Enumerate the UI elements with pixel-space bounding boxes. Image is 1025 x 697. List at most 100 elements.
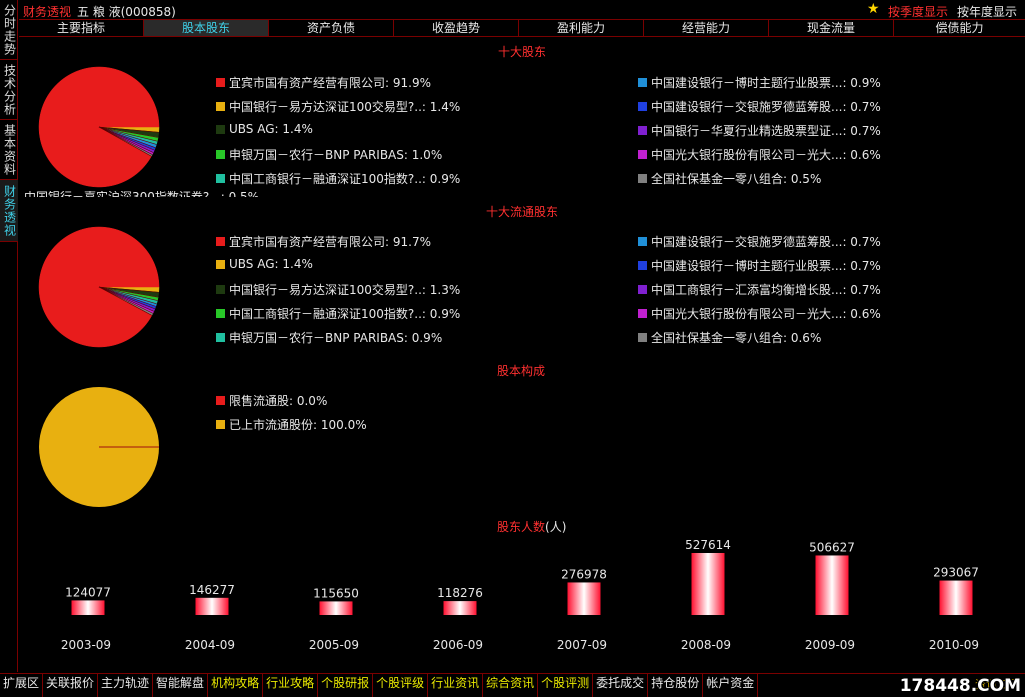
tab-balance-sheet[interactable]: 资产负债 [269, 20, 394, 36]
bar-value-label: 527614 [685, 538, 731, 552]
legend-swatch [216, 420, 225, 429]
tab-main-indicators[interactable]: 主要指标 [19, 20, 144, 36]
legend-swatch [216, 150, 225, 159]
legend-label: UBS AG: 1.4% [229, 257, 313, 271]
legend-label: 已上市流通股份: 100.0% [229, 418, 367, 432]
left-tab-financial[interactable]: 财务透视 [0, 180, 18, 242]
legend-item: UBS AG: 1.4% [216, 122, 313, 136]
bottom-tab[interactable]: 行业资讯 [428, 674, 484, 697]
legend-item: 中国建设银行－博时主题行业股票...: 0.9% [638, 74, 881, 91]
legend-swatch [638, 237, 647, 246]
bar-value-label: 293067 [933, 566, 979, 580]
legend-swatch [216, 396, 225, 405]
bar [939, 580, 973, 615]
stock-title: 五 粮 液(000858) [77, 5, 176, 19]
tab-profitability[interactable]: 盈利能力 [519, 20, 644, 36]
legend-swatch [216, 259, 225, 269]
legend-item: 申银万国－农行－BNP PARIBAS: 1.0% [216, 146, 442, 163]
legend-item: 中国银行－华夏行业精选股票型证...: 0.7% [638, 122, 881, 139]
left-vertical-tabs: 分时走势 技术分析 基本资料 财务透视 [0, 0, 18, 672]
legend-item: 中国工商银行－融通深证100指数?..: 0.9% [216, 170, 460, 187]
legend-item: 全国社保基金一零八组合: 0.5% [638, 170, 821, 187]
bar-value-label: 146277 [189, 583, 235, 597]
bar [195, 597, 229, 615]
section-title-structure: 股本构成 [497, 364, 546, 378]
x-tick-label: 2004-09 [185, 638, 235, 652]
tab-bar: 主要指标 股本股东 资产负债 收盈趋势 盈利能力 经营能力 现金流量 偿债能力 [19, 19, 1025, 37]
legend-label: 全国社保基金一零八组合: 0.5% [651, 172, 822, 186]
legend-label: 中国光大银行股份有限公司－光大...: 0.6% [651, 307, 881, 321]
legend-swatch [638, 150, 647, 159]
legend-item: 中国银行－易方达深证100交易型?..: 1.3% [216, 281, 460, 298]
legend-swatch [216, 309, 225, 318]
section-title-top10: 十大股东 [498, 45, 547, 59]
bar [815, 555, 849, 615]
legend-label: 申银万国－农行－BNP PARIBAS: 1.0% [229, 148, 443, 162]
bottom-tab[interactable]: 主力轨迹 [98, 674, 154, 697]
bottom-tab[interactable]: 综合资讯 [483, 674, 539, 697]
left-tab-technical[interactable]: 技术分析 [0, 60, 18, 120]
pie-chart-structure [39, 387, 159, 507]
x-tick-label: 2006-09 [433, 638, 483, 652]
legend-item: 中国光大银行股份有限公司－光大...: 0.6% [638, 305, 881, 322]
legend-swatch [638, 309, 647, 318]
bar-value-label: 115650 [313, 586, 359, 600]
legend-swatch [638, 126, 647, 135]
bottom-tab[interactable]: 机构攻略 [208, 674, 264, 697]
bottom-tab[interactable]: 扩展区 [0, 674, 44, 697]
x-tick-label: 2005-09 [309, 638, 359, 652]
tab-operating[interactable]: 经营能力 [644, 20, 769, 36]
legend-swatch [638, 102, 647, 111]
legend-swatch [216, 78, 225, 87]
legend-item: 中国工商银行－汇添富均衡增长股...: 0.7% [638, 281, 881, 298]
legend-swatch [216, 237, 225, 246]
tab-earnings-trend[interactable]: 收盈趋势 [394, 20, 519, 36]
legend-item: 限售流通股: 0.0% [216, 392, 327, 409]
yearly-display-button[interactable]: 按年度显示 [957, 3, 1017, 20]
legend-label: 中国光大银行股份有限公司－光大...: 0.6% [651, 148, 881, 162]
legend-label: 中国工商银行－融通深证100指数?..: 0.9% [229, 307, 461, 321]
tab-solvency[interactable]: 偿债能力 [894, 20, 1025, 36]
bar-value-label: 124077 [65, 585, 111, 599]
legend-label: UBS AG: 1.4% [229, 122, 313, 136]
tab-cash-flow[interactable]: 现金流量 [769, 20, 894, 36]
bottom-tab[interactable]: 个股评测 [538, 674, 594, 697]
legend-item: 中国光大银行股份有限公司－光大...: 0.6% [638, 146, 881, 163]
bottom-tab[interactable]: 持仓股份 [648, 674, 704, 697]
legend-label: 申银万国－农行－BNP PARIBAS: 0.9% [229, 331, 443, 345]
legend-label: 中国建设银行－博时主题行业股票...: 0.9% [651, 76, 881, 90]
bar [691, 553, 725, 615]
left-tab-basic-info[interactable]: 基本资料 [0, 120, 18, 180]
bar [319, 601, 353, 615]
legend-label: 中国银行－易方达深证100交易型?..: 1.3% [229, 283, 461, 297]
site-watermark: 178448.COM [899, 676, 1021, 696]
legend-item: 中国工商银行－融通深证100指数?..: 0.9% [216, 305, 460, 322]
bottom-tab[interactable]: 行业攻略 [263, 674, 319, 697]
legend-swatch [638, 78, 647, 87]
tab-shareholders[interactable]: 股本股东 [144, 20, 269, 36]
star-icon: ★ [867, 1, 880, 17]
bottom-tab[interactable]: 帐户资金 [703, 674, 759, 697]
legend-item: 中国银行－易方达深证100交易型?..: 1.4% [216, 98, 460, 115]
x-tick-label: 2010-09 [929, 638, 979, 652]
left-tab-intraday[interactable]: 分时走势 [0, 0, 18, 60]
bar-value-label: 506627 [809, 540, 855, 554]
legend-swatch [216, 333, 225, 342]
legend-item: 中国建设银行－交银施罗德蓝筹股...: 0.7% [638, 98, 881, 115]
legend-item: 全国社保基金一零八组合: 0.6% [638, 329, 821, 346]
x-tick-label: 2009-09 [805, 638, 855, 652]
legend-swatch [216, 174, 225, 183]
bottom-tab[interactable]: 智能解盘 [153, 674, 209, 697]
legend-item: 已上市流通股份: 100.0% [216, 416, 367, 433]
bottom-tab[interactable]: 关联报价 [43, 674, 99, 697]
bar-value-label: 118276 [437, 586, 483, 600]
quarterly-display-button[interactable]: 按季度显示 [888, 3, 948, 20]
bottom-tab[interactable]: 个股评级 [373, 674, 429, 697]
legend-label: 宜宾市国有资产经营有限公司: 91.7% [229, 235, 431, 249]
legend-item: 宜宾市国有资产经营有限公司: 91.9% [216, 74, 431, 91]
shareholder-count-bar-chart: 124077 2003-09 146277 2004-09 115650 2005-09 1… [61, 538, 979, 652]
bottom-tab[interactable]: 委托成交 [593, 674, 649, 697]
legend-swatch [216, 285, 225, 294]
legend-item: 中国建设银行－交银施罗德蓝筹股...: 0.7% [638, 233, 881, 250]
bottom-tab[interactable]: 个股研报 [318, 674, 374, 697]
